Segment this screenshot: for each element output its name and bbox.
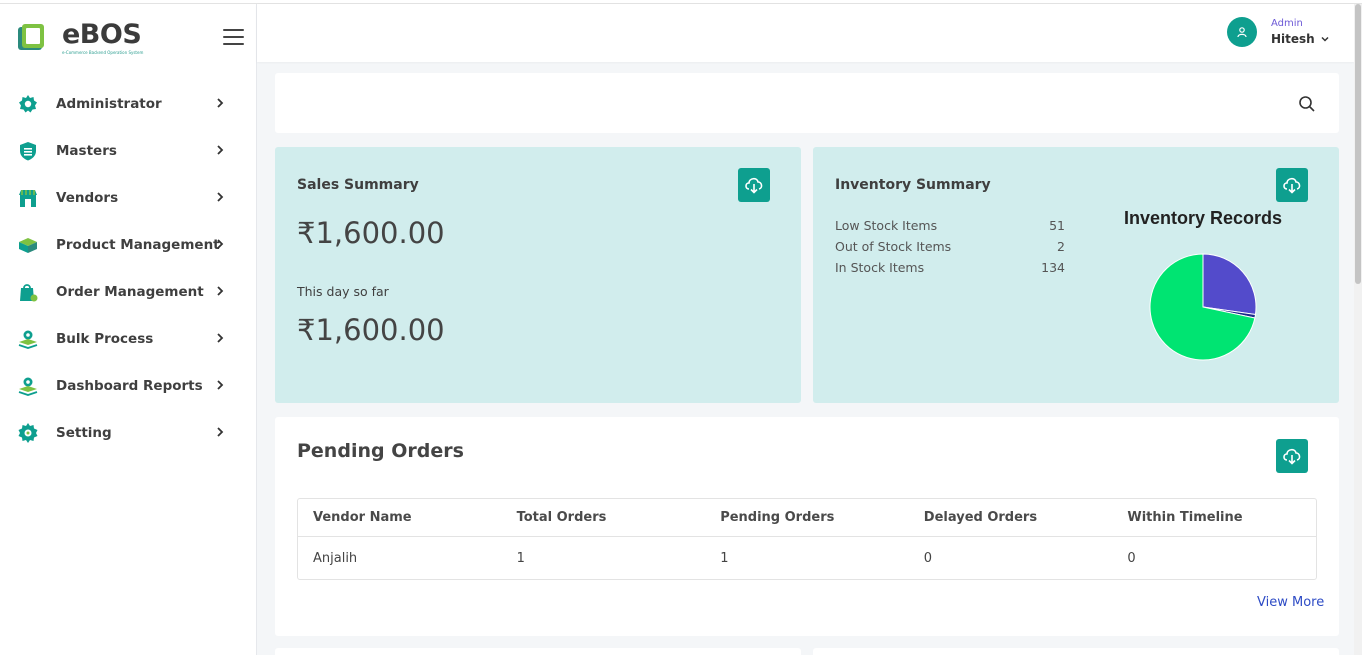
column-header[interactable]: Vendor Name (298, 510, 502, 525)
sidebar-item-label: Setting (56, 424, 112, 441)
chevron-right-icon (217, 333, 224, 343)
inventory-row-label: Out of Stock Items (835, 239, 952, 254)
cloud-download-icon (1283, 177, 1301, 194)
brand-subtitle: e-Commerce Backend Operation System (62, 50, 144, 55)
sidebar-item-setting[interactable]: Setting (0, 409, 256, 456)
view-more-link[interactable]: View More (1257, 595, 1324, 610)
table-row[interactable]: Anjalih 1 1 0 0 (298, 536, 1316, 579)
table-cell: 1 (516, 550, 525, 566)
inventory-row: Low Stock Items 51 (835, 218, 1065, 233)
sidebar-item-masters[interactable]: Masters (0, 127, 256, 174)
shopping-bag-icon (17, 281, 39, 303)
layers-gear-icon (17, 375, 39, 397)
sidebar-item-product-management[interactable]: Product Management (0, 221, 256, 268)
pending-orders-card: Pending Orders Vendor Name Total Orders … (275, 417, 1339, 636)
top-header: Admin Hitesh (257, 4, 1354, 62)
sidebar-item-label: Product Management (56, 236, 220, 253)
column-header[interactable]: Within Timeline (1112, 510, 1316, 525)
sidebar-item-administrator[interactable]: Administrator (0, 80, 256, 127)
user-icon (1237, 27, 1247, 38)
scrollbar[interactable] (1354, 4, 1362, 655)
scrollbar-thumb[interactable] (1355, 4, 1361, 284)
sales-summary-card: Sales Summary ₹1,600.00 This day so far … (275, 147, 801, 403)
sidebar-item-label: Order Management (56, 283, 204, 300)
sidebar-item-vendors[interactable]: Vendors (0, 174, 256, 221)
gear-icon (17, 422, 39, 444)
layers-gear-icon (17, 328, 39, 350)
sales-summary-title: Sales Summary (297, 177, 419, 193)
today-label: This day so far (297, 284, 389, 299)
brand-logo[interactable]: eBOS e-Commerce Backend Operation System (17, 19, 144, 55)
chevron-right-icon (217, 192, 224, 202)
inventory-row-value: 51 (1049, 218, 1065, 233)
inventory-row-label: Low Stock Items (835, 218, 938, 233)
shield-icon (17, 140, 39, 162)
user-name: Hitesh (1271, 32, 1315, 46)
download-button[interactable] (738, 168, 770, 202)
chevron-right-icon (217, 286, 224, 296)
sales-total: ₹1,600.00 (297, 216, 445, 250)
chart-title: Inventory Records (1124, 208, 1283, 228)
sidebar-item-label: Masters (56, 142, 117, 159)
sidebar-item-order-management[interactable]: Order Management (0, 268, 256, 315)
admin-gear-icon (17, 93, 39, 115)
inventory-row: Out of Stock Items 2 (835, 239, 1065, 254)
cloud-download-icon (1283, 448, 1301, 465)
inventory-row: In Stock Items 134 (835, 260, 1065, 275)
inventory-row-value: 2 (1057, 239, 1065, 254)
chevron-right-icon (217, 145, 224, 155)
sidebar-item-bulk-process[interactable]: Bulk Process (0, 315, 256, 362)
sidebar-nav: Administrator Masters Vendors Product Ma… (0, 80, 256, 456)
chevron-right-icon (217, 239, 224, 249)
bottom-card-left (275, 648, 801, 655)
brand-title: eBOS (62, 19, 142, 50)
table-cell: 0 (1127, 550, 1136, 566)
inventory-summary-title: Inventory Summary (835, 177, 991, 193)
table-cell: 1 (720, 550, 729, 566)
sidebar-item-label: Administrator (56, 95, 162, 112)
logo-icon (17, 22, 47, 52)
inventory-row-value: 134 (1041, 260, 1065, 275)
pending-orders-title: Pending Orders (297, 440, 464, 462)
chevron-right-icon (217, 427, 224, 437)
chevron-right-icon (217, 98, 224, 108)
pending-orders-table: Vendor Name Total Orders Pending Orders … (297, 498, 1317, 580)
sidebar-item-label: Bulk Process (56, 330, 154, 347)
cloud-download-icon (745, 177, 763, 194)
store-icon (17, 187, 39, 209)
chevron-down-icon[interactable] (1320, 34, 1330, 44)
avatar[interactable] (1227, 17, 1257, 47)
inventory-row-label: In Stock Items (835, 260, 925, 275)
table-cell: 0 (923, 550, 933, 566)
sales-today: ₹1,600.00 (297, 313, 445, 347)
inventory-pie-chart (1149, 253, 1257, 361)
column-header[interactable]: Pending Orders (705, 510, 909, 525)
download-button[interactable] (1276, 168, 1308, 202)
sidebar: eBOS e-Commerce Backend Operation System… (0, 4, 257, 655)
table-cell: Anjalih (313, 550, 358, 566)
column-header[interactable]: Delayed Orders (909, 510, 1113, 525)
pie-slice-low-stock-items[interactable] (1202, 253, 1257, 316)
search-bar (275, 73, 1339, 133)
user-menu[interactable]: Admin Hitesh (1227, 17, 1330, 47)
bottom-card-right (813, 648, 1339, 655)
sidebar-item-dashboard-reports[interactable]: Dashboard Reports (0, 362, 256, 409)
sidebar-item-label: Vendors (56, 189, 119, 206)
box-icon (17, 234, 39, 256)
inventory-summary-card: Inventory Summary Low Stock Items 51 Out… (813, 147, 1339, 403)
column-header[interactable]: Total Orders (502, 510, 706, 525)
search-icon[interactable] (1298, 95, 1316, 113)
menu-toggle-icon[interactable] (223, 29, 244, 45)
table-header-row: Vendor Name Total Orders Pending Orders … (298, 499, 1316, 536)
user-role: Admin (1271, 18, 1303, 29)
download-button[interactable] (1276, 439, 1308, 473)
sidebar-item-label: Dashboard Reports (56, 377, 203, 394)
chevron-right-icon (217, 380, 224, 390)
